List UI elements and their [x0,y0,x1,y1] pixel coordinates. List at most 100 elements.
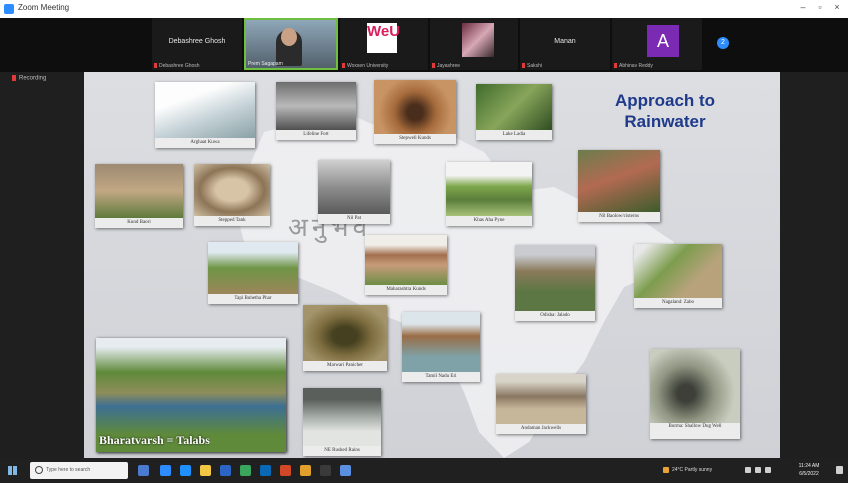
participant-video-tile[interactable]: Prem Sagapam [244,18,338,70]
record-icon [12,75,16,81]
rainwater-card: Lake Ladia [476,84,552,140]
participant-tile[interactable]: Debashree Ghosh Debashree Ghosh [152,18,242,70]
card-image [95,164,183,218]
taskbar-clock[interactable]: 11:24 AM 6/5/2022 [788,462,830,478]
card-image [318,160,390,214]
participant-caption: Sakshi [527,63,543,69]
card-image [634,244,722,298]
card-label: Stepwell Kunds [374,134,456,144]
card-image [276,82,356,130]
search-placeholder: Type here to search [46,467,91,473]
word-icon[interactable] [220,465,231,476]
minimize-button[interactable]: – [796,2,810,12]
participant-caption: Jayashree [437,63,461,69]
rainwater-card: Arghaat Kuwa [155,82,255,148]
rainwater-card: Andaman Jackwells [496,374,586,434]
card-label: Khas Aha Pyne [446,216,532,226]
card-label: Arghaat Kuwa [155,138,255,148]
maximize-button[interactable]: ▫ [813,2,827,12]
microphone-muted-icon [154,63,157,69]
card-label: Burma: Shallow Dug Well [650,423,740,439]
weather-text[interactable]: 24°C Partly sunny [672,467,712,473]
participant-caption: Prem Sagapam [248,61,283,67]
card-image [515,245,595,311]
participant-tile[interactable]: WeU Woxsen University [340,18,428,70]
card-image [476,84,552,130]
participant-caption: Debashree Ghosh [159,63,200,69]
rainwater-card: Nil Pat [318,160,390,224]
zoom-app-icon [4,4,14,14]
card-label: NE Rushed Rains [303,446,381,456]
participant-tile[interactable]: A Abhinav Reddy [612,18,702,70]
card-image [303,388,381,446]
microphone-muted-icon [432,63,435,69]
notifications-icon[interactable] [836,466,843,474]
participant-strip: Debashree Ghosh Debashree Ghosh Prem Sag… [0,18,848,72]
search-icon [35,466,43,474]
taskbar-search-box[interactable]: Type here to search [30,462,128,479]
card-label: Maharashtra Kunds [365,285,447,295]
participant-tile[interactable]: Jayashree [430,18,518,70]
powerpoint-icon[interactable] [280,465,291,476]
microphone-muted-icon [522,63,525,69]
recording-label: Recording [19,75,47,82]
card-image [578,150,660,212]
slide-title-line: Approach to [614,91,716,110]
participant-photo [462,23,494,57]
microphone-muted-icon [614,63,617,69]
file-explorer-icon[interactable] [200,465,211,476]
app-icon[interactable] [320,465,331,476]
task-view-icon[interactable] [138,465,149,476]
outlook-icon[interactable] [260,465,271,476]
microphone-muted-icon [342,63,345,69]
close-button[interactable]: × [830,2,844,12]
rainwater-card: Stepwell Kunds [374,80,456,144]
card-image [365,235,447,285]
rainwater-card: Khas Aha Pyne [446,162,532,226]
rainwater-card: Nagaland: Zabo [634,244,722,308]
rainwater-card: Burma: Shallow Dug Well [650,349,740,439]
window-title: Zoom Meeting [18,3,70,12]
rainwater-card: NE Rushed Rains [303,388,381,456]
rainwater-card: Lifeline Fort [276,82,356,140]
wifi-icon[interactable] [745,467,751,473]
card-label: Odisha: Jalado [515,311,595,321]
card-image [374,80,456,134]
talab-card-caption: Bharatvarsh = Talabs [96,338,286,452]
chrome-icon[interactable] [300,465,311,476]
recording-indicator: Recording [12,75,46,82]
card-label: Tapi Buhetha Phar [208,294,298,304]
rainwater-card: Kund Baori [95,164,183,228]
card-label: Nagaland: Zabo [634,298,722,308]
card-label: Marwari Panicher [303,361,387,371]
clock-date: 6/5/2022 [799,471,819,477]
edge-icon[interactable] [180,465,191,476]
zoom-taskbar-icon[interactable] [160,465,171,476]
rainwater-card: Tapi Buhetha Phar [208,242,298,304]
card-image [402,312,480,372]
participant-tile[interactable]: Manan Sakshi [520,18,610,70]
battery-icon[interactable] [765,467,771,473]
rainwater-card: Marwari Panicher [303,305,387,371]
volume-icon[interactable] [755,467,761,473]
card-image [496,374,586,424]
participant-caption: Abhinav Reddy [619,63,653,69]
window-titlebar: Zoom Meeting – ▫ × [0,0,848,18]
slide-title: Approach to Rainwater [595,90,735,132]
rainwater-card: Nil Baolow/cisterns [578,150,660,222]
more-participants-button[interactable]: 2 [717,37,729,49]
card-image [208,242,298,294]
rainwater-card: Maharashtra Kunds [365,235,447,295]
card-label: Stepped Tank [194,216,270,226]
rainwater-card: Stepped Tank [194,164,270,226]
weather-icon[interactable] [663,467,669,473]
card-label: Tamil Nadu Eri [402,372,480,382]
card-label: Bharatvarsh = Talabs [99,433,210,447]
card-label: Lake Ladia [476,130,552,140]
card-image [303,305,387,361]
windows-start-icon[interactable] [8,466,17,475]
excel-icon[interactable] [240,465,251,476]
card-label: Lifeline Fort [276,130,356,140]
teams-icon[interactable] [340,465,351,476]
card-label: Nil Pat [318,214,390,224]
